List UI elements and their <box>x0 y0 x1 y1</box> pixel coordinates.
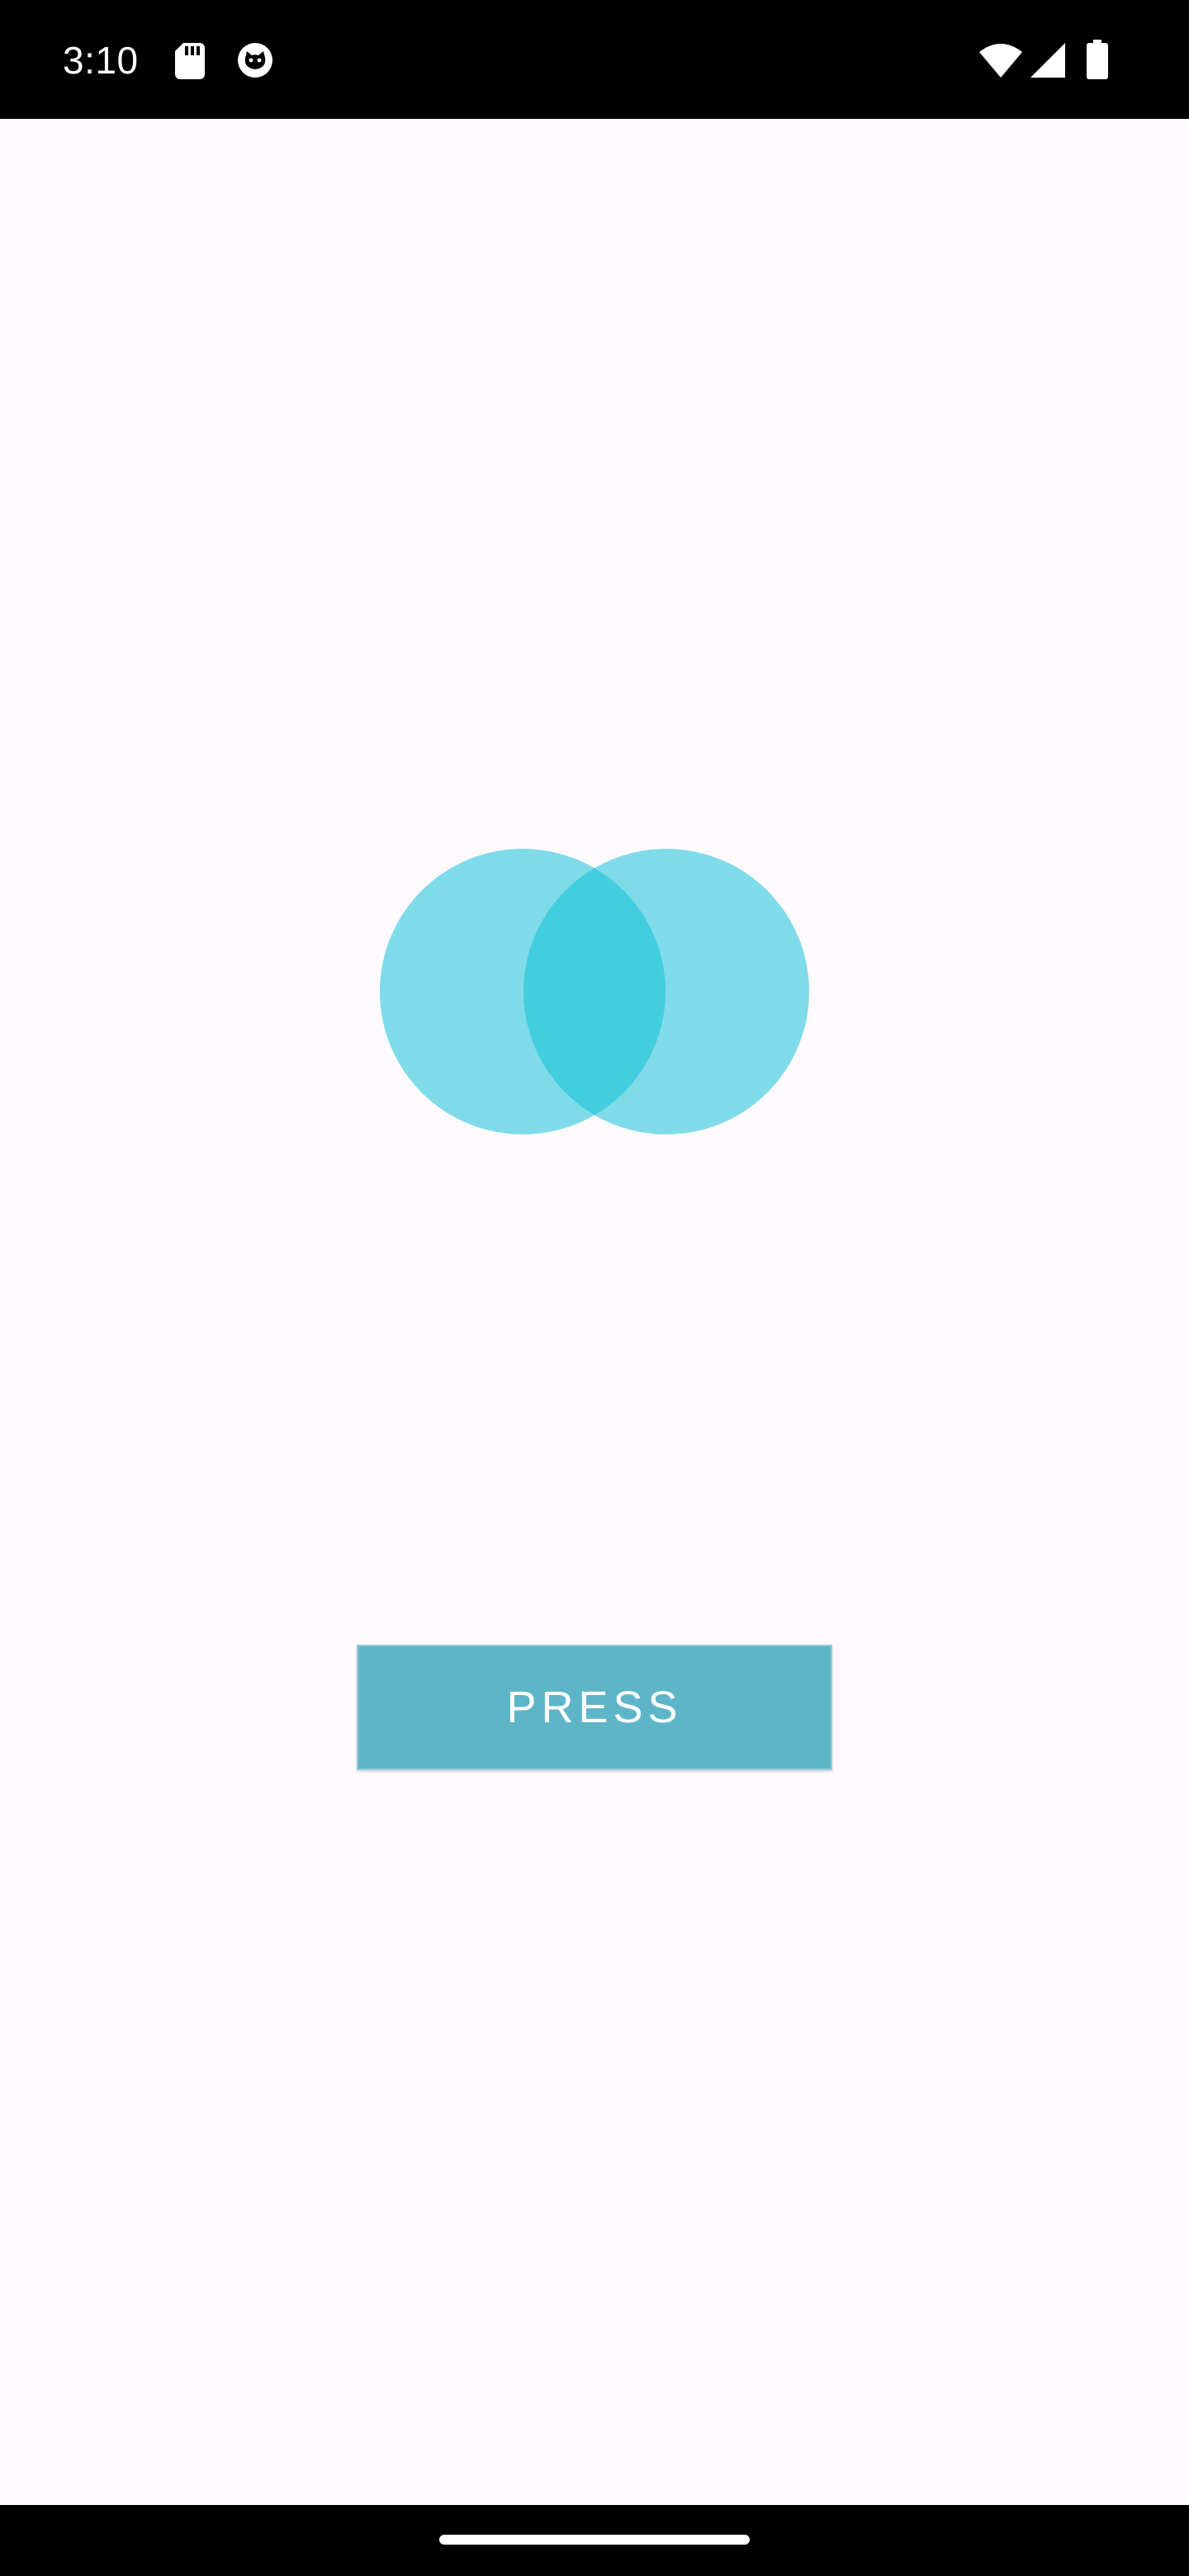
press-button[interactable]: PRESS <box>357 1645 832 1770</box>
wifi-icon <box>979 44 1022 78</box>
sd-card-icon <box>175 43 205 79</box>
home-gesture-handle[interactable] <box>439 2535 750 2545</box>
cat-face-icon <box>238 43 272 78</box>
battery-icon <box>1087 40 1108 79</box>
main-content <box>0 119 1189 2505</box>
status-bar: 3:10 <box>0 0 1189 119</box>
cell-signal-icon <box>1030 43 1065 78</box>
status-time: 3:10 <box>63 39 139 82</box>
overlapping-circles-illustration <box>380 849 809 1134</box>
